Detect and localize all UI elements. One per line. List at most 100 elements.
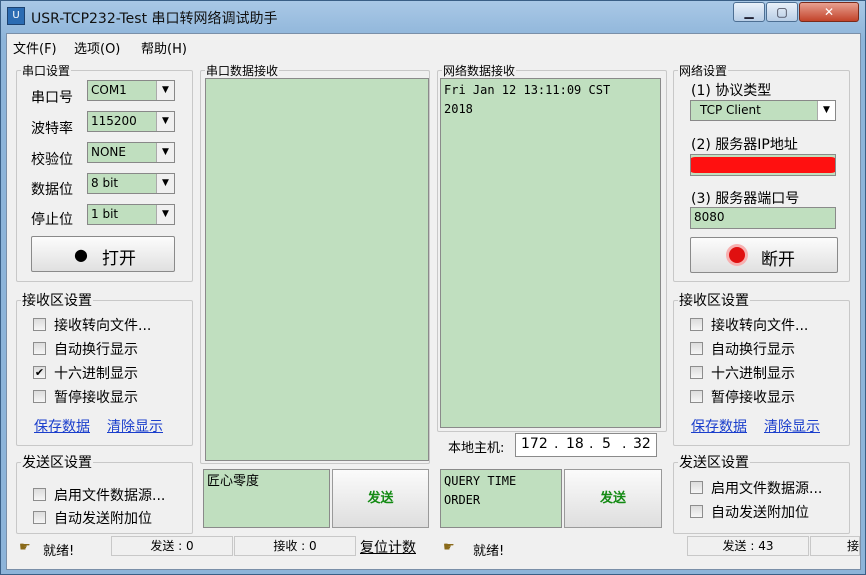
disconnect-button[interactable]: 断开 <box>690 237 838 273</box>
baud-label: 波特率 <box>31 121 73 137</box>
client-area: 文件(F) 选项(O) 帮助(H) 串口设置 串口号 COM1 ▼ 波特率 115… <box>6 33 861 570</box>
left-status-ready: 就绪! <box>43 544 75 559</box>
recv-to-file-checkbox[interactable] <box>690 318 703 331</box>
data-bits-label: 数据位 <box>31 182 73 198</box>
auto-wrap-label: 自动换行显示 <box>711 342 795 358</box>
net-send-input[interactable]: QUERY TIME ORDER <box>440 469 562 528</box>
open-port-label: 打开 <box>102 249 136 269</box>
file-source-checkbox[interactable] <box>690 481 703 494</box>
app-icon: U <box>7 7 25 25</box>
local-ip-octet-4: 32 <box>633 436 651 452</box>
save-data-link[interactable]: 保存数据 <box>691 416 747 436</box>
data-bits-select[interactable]: 8 bit ▼ <box>87 173 175 194</box>
parity-value: NONE <box>91 145 126 159</box>
auto-wrap-checkbox[interactable] <box>690 342 703 355</box>
port-select[interactable]: COM1 ▼ <box>87 80 175 101</box>
save-data-link[interactable]: 保存数据 <box>34 416 90 436</box>
pause-recv-checkbox[interactable] <box>33 390 46 403</box>
hex-display-label: 十六进制显示 <box>711 366 795 382</box>
minimize-button[interactable]: ▁ <box>733 2 765 22</box>
chevron-down-icon[interactable]: ▼ <box>156 205 174 224</box>
server-ip-label: (2) 服务器IP地址 <box>691 137 798 153</box>
port-value: COM1 <box>91 83 127 97</box>
serial-send-button[interactable]: 发送 <box>332 469 429 528</box>
parity-label: 校验位 <box>31 152 73 168</box>
pause-recv-label: 暂停接收显示 <box>54 390 138 406</box>
hex-display-checkbox[interactable] <box>690 366 703 379</box>
chevron-down-icon[interactable]: ▼ <box>156 112 174 131</box>
auto-append-checkbox[interactable] <box>33 511 46 524</box>
ip-dot: . <box>622 436 627 452</box>
menu-bar: 文件(F) 选项(O) 帮助(H) <box>7 34 860 57</box>
window-title: USR-TCP232-Test 串口转网络调试助手 <box>31 11 278 27</box>
net-recv-area[interactable]: Fri Jan 12 13:11:09 CST 2018 <box>440 78 661 428</box>
chevron-down-icon[interactable]: ▼ <box>156 81 174 100</box>
stop-bits-value: 1 bit <box>91 207 119 221</box>
close-button[interactable]: ✕ <box>799 2 859 22</box>
serial-recv-legend: 串口数据接收 <box>206 64 279 78</box>
baud-select[interactable]: 115200 ▼ <box>87 111 175 132</box>
file-source-label: 启用文件数据源... <box>54 488 166 504</box>
protocol-select[interactable]: TCP Client ▼ <box>690 100 836 121</box>
file-source-label: 启用文件数据源... <box>711 481 823 497</box>
parity-select[interactable]: NONE ▼ <box>87 142 175 163</box>
net-recv-legend: 网络数据接收 <box>443 64 516 78</box>
record-icon <box>729 247 745 263</box>
protocol-label: (1) 协议类型 <box>691 83 772 99</box>
stop-bits-select[interactable]: 1 bit ▼ <box>87 204 175 225</box>
right-send-legend: 发送区设置 <box>679 455 749 471</box>
chevron-down-icon[interactable]: ▼ <box>156 143 174 162</box>
auto-wrap-checkbox[interactable] <box>33 342 46 355</box>
serial-send-input[interactable]: 匠心零度 <box>203 469 330 528</box>
chevron-down-icon[interactable]: ▼ <box>156 174 174 193</box>
right-recv-legend: 接收区设置 <box>679 293 749 309</box>
protocol-value: TCP Client <box>700 103 761 117</box>
port-label: 串口号 <box>31 90 73 106</box>
left-recv-legend: 接收区设置 <box>22 293 92 309</box>
right-status-ready: 就绪! <box>473 544 505 559</box>
data-bits-value: 8 bit <box>91 176 119 190</box>
menu-file[interactable]: 文件(F) <box>13 38 57 57</box>
local-ip-field[interactable]: 172 . 18 . 5 . 32 <box>515 433 657 457</box>
server-port-field[interactable]: 8080 <box>690 207 836 229</box>
chevron-down-icon[interactable]: ▼ <box>817 101 835 120</box>
ip-dot: . <box>554 436 559 452</box>
checkmark-icon: ✔ <box>34 366 45 379</box>
net-settings-legend: 网络设置 <box>679 64 728 78</box>
recv-to-file-label: 接收转向文件... <box>711 318 809 334</box>
clear-display-link[interactable]: 清除显示 <box>764 416 820 436</box>
title-bar[interactable]: U USR-TCP232-Test 串口转网络调试助手 ▁ ▢ ✕ <box>1 1 865 33</box>
record-icon: ● <box>74 245 88 264</box>
app-window: U USR-TCP232-Test 串口转网络调试助手 ▁ ▢ ✕ 文件(F) … <box>0 0 866 575</box>
ip-dot: . <box>589 436 594 452</box>
pause-recv-checkbox[interactable] <box>690 390 703 403</box>
reset-count-link[interactable]: 复位计数 <box>360 537 416 557</box>
right-recv-count: 接 <box>810 536 860 556</box>
redaction-mark <box>691 157 835 173</box>
status-bar: ☛ 就绪! 发送 : 0 接收 : 0 复位计数 ☛ 就绪! 发送 : 43 接 <box>7 534 860 569</box>
clear-display-link[interactable]: 清除显示 <box>107 416 163 436</box>
auto-wrap-label: 自动换行显示 <box>54 342 138 358</box>
disconnect-label: 断开 <box>761 250 795 270</box>
net-send-button[interactable]: 发送 <box>564 469 662 528</box>
file-source-checkbox[interactable] <box>33 488 46 501</box>
baud-value: 115200 <box>91 114 137 128</box>
maximize-button[interactable]: ▢ <box>766 2 798 22</box>
server-port-label: (3) 服务器端口号 <box>691 191 800 207</box>
left-recv-count: 接收 : 0 <box>234 536 356 556</box>
menu-help[interactable]: 帮助(H) <box>141 38 187 57</box>
recv-to-file-checkbox[interactable] <box>33 318 46 331</box>
local-ip-octet-1: 172 <box>521 436 548 452</box>
local-ip-octet-3: 5 <box>602 436 611 452</box>
server-ip-field[interactable] <box>690 154 836 176</box>
serial-settings-legend: 串口设置 <box>22 64 71 78</box>
hex-display-label: 十六进制显示 <box>54 366 138 382</box>
auto-append-label: 自动发送附加位 <box>54 511 152 527</box>
auto-append-checkbox[interactable] <box>690 505 703 518</box>
hand-pointer-icon: ☛ <box>19 540 31 555</box>
hex-display-checkbox[interactable]: ✔ <box>33 366 46 379</box>
left-sent-count: 发送 : 0 <box>111 536 233 556</box>
serial-recv-area[interactable] <box>205 78 429 461</box>
menu-options[interactable]: 选项(O) <box>74 38 120 57</box>
open-port-button[interactable]: ● 打开 <box>31 236 175 272</box>
